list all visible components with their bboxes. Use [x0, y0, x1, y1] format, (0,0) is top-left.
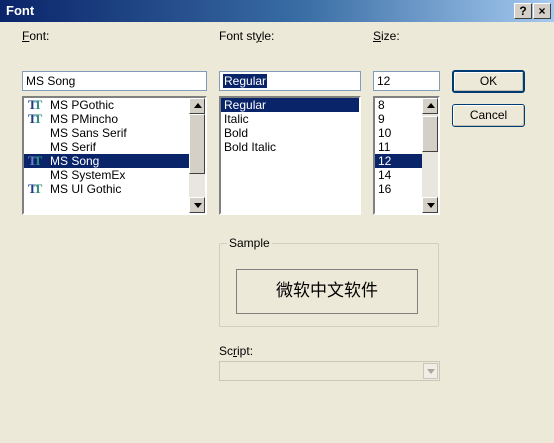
arrow-up-icon — [194, 103, 202, 108]
close-button[interactable]: × — [533, 3, 551, 19]
list-item[interactable]: TT MS PMincho — [24, 111, 189, 127]
size-scroll-thumb[interactable] — [422, 116, 438, 152]
sample-preview: 微软中文软件 — [236, 269, 418, 314]
size-scroll-down-button[interactable] — [422, 197, 438, 213]
arrow-down-icon — [194, 203, 202, 208]
list-item-label: MS SystemEx — [50, 168, 126, 182]
list-item[interactable]: 10 — [375, 126, 422, 140]
list-item-label: 10 — [378, 126, 392, 140]
help-button[interactable]: ? — [514, 3, 532, 19]
font-list-scrollbar[interactable] — [189, 98, 205, 213]
list-item-label: 12 — [378, 154, 392, 168]
ok-button[interactable]: OK — [452, 70, 525, 93]
list-item-label: MS Song — [50, 154, 100, 168]
font-list-items: TT MS PGothic TT MS PMincho MS Sans Serif MS … — [24, 98, 189, 196]
list-item-label: Regular — [224, 98, 267, 112]
scroll-up-button[interactable] — [189, 98, 205, 114]
size-list[interactable]: 8 9 10 11 12 14 16 — [373, 96, 440, 215]
size-input[interactable]: 12 — [373, 71, 440, 91]
list-item[interactable]: MS SystemEx — [24, 168, 189, 182]
list-item-label: Italic — [224, 112, 249, 126]
size-list-scrollbar[interactable] — [422, 98, 438, 213]
font-name-input[interactable]: MS Song — [22, 71, 207, 91]
title-bar: Font ? × — [0, 0, 554, 22]
list-item-label: MS PGothic — [50, 98, 115, 112]
font-style-list-items: Regular Italic Bold Bold Italic — [221, 98, 359, 154]
size-scroll-up-button[interactable] — [422, 98, 438, 114]
list-item-label: MS UI Gothic — [50, 182, 122, 196]
truetype-icon: TT — [28, 111, 42, 126]
list-item-label: MS Serif — [50, 140, 97, 154]
list-item[interactable]: MS Serif — [24, 140, 189, 154]
list-item[interactable]: Regular — [221, 98, 359, 112]
list-item[interactable]: Bold — [221, 126, 359, 140]
font-style-input[interactable]: Regular — [219, 71, 361, 91]
script-combobox[interactable] — [219, 361, 440, 381]
list-item-label: Bold — [224, 126, 249, 140]
chevron-down-icon — [427, 369, 435, 374]
script-dropdown-button[interactable] — [423, 363, 438, 379]
font-label: Font: — [22, 29, 50, 43]
size-list-items: 8 9 10 11 12 14 16 — [375, 98, 422, 196]
scroll-down-button[interactable] — [189, 197, 205, 213]
list-item-label: MS Sans Serif — [50, 126, 127, 140]
list-item-label: MS PMincho — [50, 112, 119, 126]
list-item[interactable]: 8 — [375, 98, 422, 112]
list-item-label: Bold Italic — [224, 140, 277, 154]
sample-label: Sample — [227, 236, 272, 250]
font-list[interactable]: TT MS PGothic TT MS PMincho MS Sans Serif MS … — [22, 96, 207, 215]
list-item-label: 8 — [378, 98, 385, 112]
list-item[interactable]: TT MS PGothic — [24, 98, 189, 112]
arrow-up-icon — [427, 103, 435, 108]
cancel-button[interactable]: Cancel — [452, 104, 525, 127]
size-label: Size: — [373, 29, 400, 43]
list-item[interactable]: Bold Italic — [221, 140, 359, 154]
script-label: Script: — [219, 344, 254, 358]
truetype-icon: TT — [28, 153, 42, 168]
list-item[interactable]: 9 — [375, 112, 422, 126]
list-item-label: 16 — [378, 182, 392, 196]
list-item-label: 9 — [378, 112, 385, 126]
font-style-list[interactable]: Regular Italic Bold Bold Italic — [219, 96, 361, 215]
font-style-label: Font style: — [219, 29, 275, 43]
list-item[interactable]: 11 — [375, 140, 422, 154]
truetype-icon: TT — [28, 181, 42, 196]
list-item[interactable]: TT MS Song — [24, 154, 189, 168]
list-item[interactable]: 12 — [375, 154, 422, 168]
list-item-label: 11 — [378, 140, 391, 154]
truetype-icon: TT — [28, 97, 42, 112]
window-title: Font — [6, 3, 35, 18]
list-item[interactable]: MS Sans Serif — [24, 126, 189, 140]
font-style-value: Regular — [223, 74, 268, 88]
list-item[interactable]: 16 — [375, 182, 422, 196]
list-item[interactable]: 14 — [375, 168, 422, 182]
scroll-thumb[interactable] — [189, 114, 205, 174]
list-item[interactable]: Italic — [221, 112, 359, 126]
arrow-down-icon — [427, 203, 435, 208]
list-item[interactable]: TT MS UI Gothic — [24, 181, 189, 197]
list-item-label: 14 — [378, 168, 392, 182]
